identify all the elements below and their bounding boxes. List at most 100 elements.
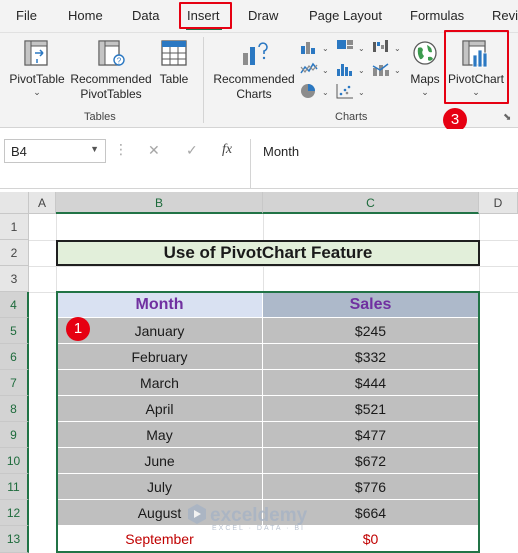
recommended-charts-icon bbox=[243, 42, 268, 65]
cell-month[interactable]: July bbox=[57, 474, 263, 500]
cell-sales[interactable]: $776 bbox=[263, 474, 479, 500]
watermark: exceldemy EXCEL · DATA · BI bbox=[186, 503, 307, 532]
insert-function-icon[interactable]: fx bbox=[222, 142, 232, 158]
charts-group-label: Charts bbox=[335, 111, 368, 123]
recommended-pivottables-label-line1: Recommended bbox=[70, 72, 152, 86]
tables-group-label: Tables bbox=[84, 111, 116, 123]
chevron-down-icon[interactable]: ▼ bbox=[90, 144, 99, 154]
svg-text:⌄: ⌄ bbox=[394, 66, 401, 75]
pie-chart-icon[interactable]: ⌄ bbox=[300, 83, 330, 99]
waterfall-chart-icon[interactable]: ⌄ bbox=[372, 39, 402, 55]
recommended-pivottables-label-line2: PivotTables bbox=[80, 87, 142, 101]
recommended-charts-button[interactable]: Recommended Charts bbox=[210, 39, 298, 102]
insert-tab-highlight bbox=[179, 2, 232, 29]
cell-month[interactable]: March bbox=[57, 370, 263, 396]
recommended-charts-label-line2: Charts bbox=[236, 87, 272, 101]
row-header-9[interactable]: 9 bbox=[0, 422, 29, 448]
tab-review[interactable]: Revi bbox=[492, 8, 518, 23]
pivottable-button[interactable]: PivotTable ⌄ bbox=[8, 39, 66, 97]
tab-file[interactable]: File bbox=[16, 8, 37, 23]
row-header-3[interactable]: 3 bbox=[0, 266, 29, 292]
cell-month[interactable]: June bbox=[57, 448, 263, 474]
gridline bbox=[29, 266, 518, 267]
row-header-13[interactable]: 13 bbox=[0, 526, 29, 553]
ribbon: PivotTable ⌄ ? Recommended PivotTables T… bbox=[0, 33, 518, 128]
chevron-down-icon: ⌄ bbox=[421, 87, 429, 97]
name-box-value: B4 bbox=[11, 144, 27, 159]
cell-sales[interactable]: $521 bbox=[263, 396, 479, 422]
watermark-tagline: EXCEL · DATA · BI bbox=[212, 525, 305, 532]
tab-formulas[interactable]: Formulas bbox=[410, 8, 464, 23]
hierarchy-chart-icon[interactable]: ⌄ bbox=[336, 39, 366, 55]
maps-button[interactable]: Maps ⌄ bbox=[406, 39, 444, 97]
chevron-down-icon: ⌄ bbox=[33, 87, 41, 97]
row-header-4[interactable]: 4 bbox=[0, 292, 29, 318]
header-sales[interactable]: Sales bbox=[263, 292, 479, 318]
cell-sales[interactable]: $332 bbox=[263, 344, 479, 370]
svg-text:⌄: ⌄ bbox=[322, 66, 329, 75]
column-chart-icon[interactable]: ⌄ bbox=[300, 39, 330, 55]
dialog-launcher-icon[interactable]: ⬊ bbox=[503, 112, 511, 123]
cell-sales[interactable]: $444 bbox=[263, 370, 479, 396]
cell-sales[interactable]: $672 bbox=[263, 448, 479, 474]
exceldemy-logo-icon bbox=[188, 504, 206, 524]
row-header-5[interactable]: 5 bbox=[0, 318, 29, 344]
tab-draw[interactable]: Draw bbox=[248, 8, 278, 23]
column-header-d[interactable]: D bbox=[479, 192, 518, 214]
column-header-b[interactable]: B bbox=[56, 192, 263, 214]
enter-icon[interactable]: ✓ bbox=[186, 142, 198, 159]
formula-input[interactable]: Month bbox=[250, 139, 518, 189]
row-header-7[interactable]: 7 bbox=[0, 370, 29, 396]
cancel-icon[interactable]: ✕ bbox=[148, 142, 160, 159]
tab-page-layout[interactable]: Page Layout bbox=[309, 8, 382, 23]
cell-sales[interactable]: $245 bbox=[263, 318, 479, 344]
select-all-corner[interactable] bbox=[0, 192, 29, 214]
sheet-title[interactable]: Use of PivotChart Feature bbox=[56, 240, 480, 266]
name-box[interactable]: B4 ▼ bbox=[4, 139, 106, 163]
svg-text:⌄: ⌄ bbox=[358, 88, 365, 97]
svg-text:⌄: ⌄ bbox=[358, 44, 365, 53]
pivottable-icon bbox=[24, 40, 48, 66]
table-label: Table bbox=[159, 72, 189, 86]
scatter-chart-icon[interactable]: ⌄ bbox=[336, 83, 366, 99]
pivotchart-highlight bbox=[444, 30, 509, 104]
column-header-a[interactable]: A bbox=[29, 192, 56, 214]
svg-text:⌄: ⌄ bbox=[322, 44, 329, 53]
step-badge-1: 1 bbox=[66, 317, 90, 341]
line-chart-icon[interactable]: ⌄ bbox=[300, 61, 330, 77]
more-options-icon: ⋮ bbox=[114, 141, 128, 157]
tab-home[interactable]: Home bbox=[68, 8, 103, 23]
statistic-chart-icon[interactable]: ⌄ bbox=[336, 61, 366, 77]
svg-text:?: ? bbox=[117, 57, 122, 66]
watermark-text: exceldemy bbox=[210, 505, 308, 526]
row-header-12[interactable]: 12 bbox=[0, 500, 29, 526]
row-header-8[interactable]: 8 bbox=[0, 396, 29, 422]
cell-month[interactable]: May bbox=[57, 422, 263, 448]
row-header-6[interactable]: 6 bbox=[0, 344, 29, 370]
formula-content: Month bbox=[263, 144, 300, 159]
pivottable-label: PivotTable bbox=[9, 72, 65, 86]
cell-month[interactable]: February bbox=[57, 344, 263, 370]
svg-text:⌄: ⌄ bbox=[394, 44, 401, 53]
combo-chart-icon[interactable]: ⌄ bbox=[372, 61, 402, 77]
column-header-c[interactable]: C bbox=[263, 192, 479, 214]
row-header-11[interactable]: 11 bbox=[0, 474, 29, 500]
recommended-charts-label-line1: Recommended bbox=[213, 72, 295, 86]
row-header-1[interactable]: 1 bbox=[0, 214, 29, 240]
svg-text:⌄: ⌄ bbox=[322, 88, 329, 97]
recommended-pivottables-icon: ? bbox=[98, 40, 125, 66]
table-icon bbox=[161, 40, 187, 66]
row-header-10[interactable]: 10 bbox=[0, 448, 29, 474]
row-header-2[interactable]: 2 bbox=[0, 240, 29, 266]
cell-month[interactable]: April bbox=[57, 396, 263, 422]
formula-bar: B4 ▼ ⋮ ✕ ✓ fx Month bbox=[0, 129, 518, 189]
ribbon-separator bbox=[203, 37, 204, 123]
table-button[interactable]: Table bbox=[155, 39, 193, 87]
tab-data[interactable]: Data bbox=[132, 8, 159, 23]
header-month[interactable]: Month bbox=[57, 292, 263, 318]
svg-text:⌄: ⌄ bbox=[358, 66, 365, 75]
ribbon-tab-bar: File Home Data Insert Draw Page Layout F… bbox=[0, 0, 518, 33]
cell-sales[interactable]: $477 bbox=[263, 422, 479, 448]
recommended-pivottables-button[interactable]: ? Recommended PivotTables bbox=[66, 39, 156, 102]
globe-icon bbox=[413, 41, 437, 65]
